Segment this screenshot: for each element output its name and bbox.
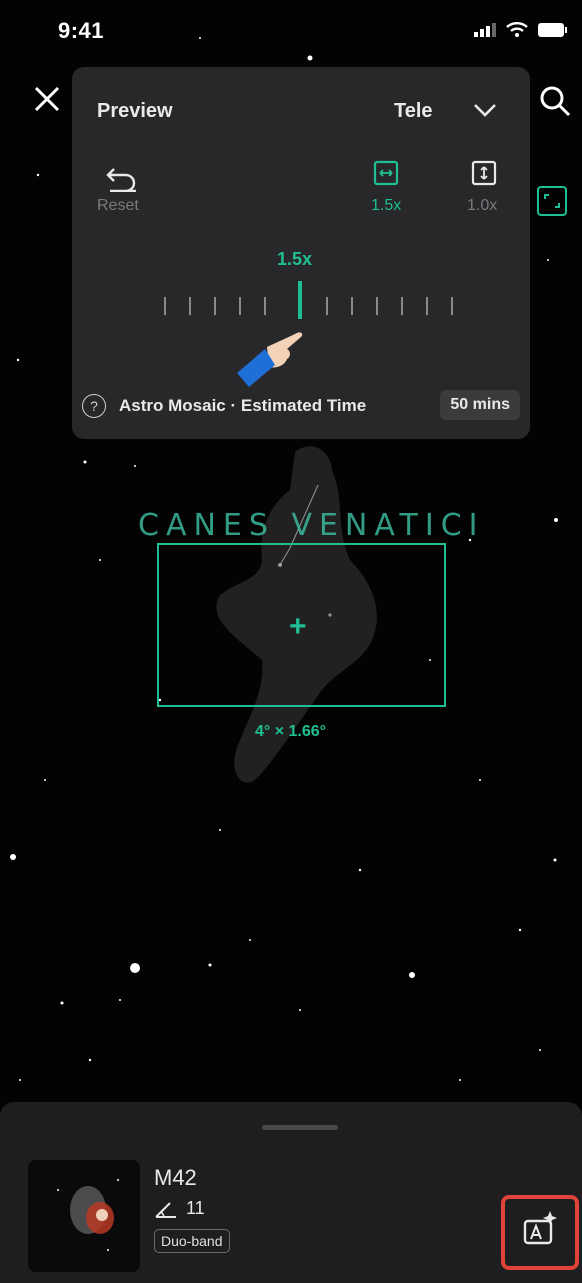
astro-ai-icon	[523, 1211, 557, 1245]
fov-size: 4° × 1.66°	[255, 723, 327, 740]
target-thumbnail[interactable]	[28, 1160, 140, 1272]
mosaic-row: ? Astro Mosaic · Estimated Time 50 mins	[82, 389, 522, 423]
wifi-icon	[506, 22, 528, 37]
width-scale: 1.5x	[371, 197, 402, 214]
preview-panel: Preview Tele Reset 1.5x 1.0x 1.5x ? Astr…	[72, 67, 530, 439]
signal-icon	[474, 23, 496, 37]
lens-select[interactable]: Tele	[394, 100, 433, 123]
target-name: M42	[154, 1165, 197, 1190]
hand-pointer-icon	[237, 332, 303, 387]
crosshair-icon: +	[289, 610, 307, 643]
app-screen: 9:41 Preview Tele Reset 1.5x 1.0x 1.5x ?…	[0, 0, 582, 1283]
altitude-value: 11	[186, 1198, 205, 1218]
chevron-down-icon[interactable]	[472, 100, 498, 120]
frame-icon[interactable]	[537, 186, 567, 216]
constellation-name: CANES VENATICI	[138, 508, 485, 543]
status-icons	[474, 22, 568, 38]
height-icon[interactable]	[471, 160, 497, 186]
battery-icon	[538, 23, 567, 37]
zoom-value: 1.5x	[277, 249, 313, 269]
status-bar: 9:41	[0, 0, 582, 60]
reset-label[interactable]: Reset	[97, 197, 139, 215]
reset-icon[interactable]	[104, 162, 140, 192]
filter-badge: Duo-band	[154, 1229, 230, 1253]
search-icon[interactable]	[538, 84, 572, 118]
mosaic-label: Astro Mosaic · Estimated Time	[119, 396, 367, 415]
close-icon[interactable]	[32, 84, 62, 114]
astro-ai-button[interactable]	[501, 1195, 579, 1270]
sheet-handle[interactable]	[262, 1125, 338, 1130]
altitude-icon	[155, 1201, 176, 1218]
altitude-row: 11	[154, 1198, 205, 1219]
height-scale: 1.0x	[467, 197, 498, 214]
panel-title: Preview	[97, 100, 173, 122]
zoom-slider[interactable]	[160, 279, 480, 327]
estimated-time: 50 mins	[440, 390, 520, 420]
status-time: 9:41	[58, 18, 105, 43]
help-icon[interactable]: ?	[82, 394, 106, 418]
width-icon[interactable]	[373, 160, 399, 186]
